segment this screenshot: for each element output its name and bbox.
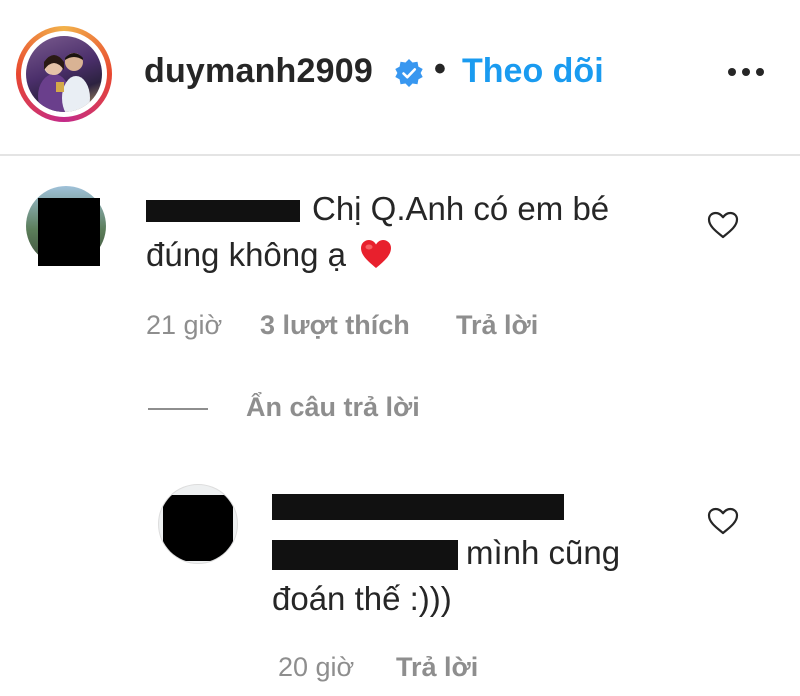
post-header: duymanh2909 • Theo dõi (0, 0, 800, 156)
comment-line1: Chị Q.Anh có em bé (312, 190, 610, 227)
redacted-mention (272, 540, 458, 571)
red-heart-emoji (361, 240, 392, 268)
reply-time: 20 giờ (278, 652, 355, 682)
profile-avatar[interactable] (16, 26, 112, 122)
reply-avatar[interactable] (158, 484, 238, 564)
profile-photo (26, 36, 102, 112)
verified-badge-icon (395, 59, 423, 87)
commenter-avatar-redaction (38, 198, 100, 266)
reply-text: mình cũng (272, 530, 620, 576)
redacted-username (146, 200, 300, 223)
hide-replies-button[interactable]: Ẩn câu trả lời (246, 392, 420, 423)
comment-reply-button[interactable]: Trả lời (456, 310, 538, 341)
comment-text-line2: đúng không ạ (146, 232, 393, 278)
follow-button[interactable]: Theo dõi (462, 52, 604, 91)
reply-line1: mình cũng (466, 534, 621, 571)
comment-time: 21 giờ (146, 310, 223, 340)
comment-likes[interactable]: 3 lượt thích (260, 310, 410, 341)
reply-text-line2: đoán thế :))) (272, 580, 452, 617)
replies-divider-line (148, 408, 208, 410)
post-username[interactable]: duymanh2909 (144, 52, 373, 91)
like-heart-icon[interactable] (706, 210, 740, 240)
like-heart-icon[interactable] (706, 506, 740, 536)
comment-text: Chị Q.Anh có em bé (146, 186, 609, 232)
comment-line2: đúng không ạ (146, 236, 347, 273)
more-options-icon[interactable] (724, 62, 768, 82)
reply-reply-button[interactable]: Trả lời (396, 652, 478, 683)
separator-dot: • (434, 50, 446, 88)
reply-redacted-username (272, 494, 564, 520)
